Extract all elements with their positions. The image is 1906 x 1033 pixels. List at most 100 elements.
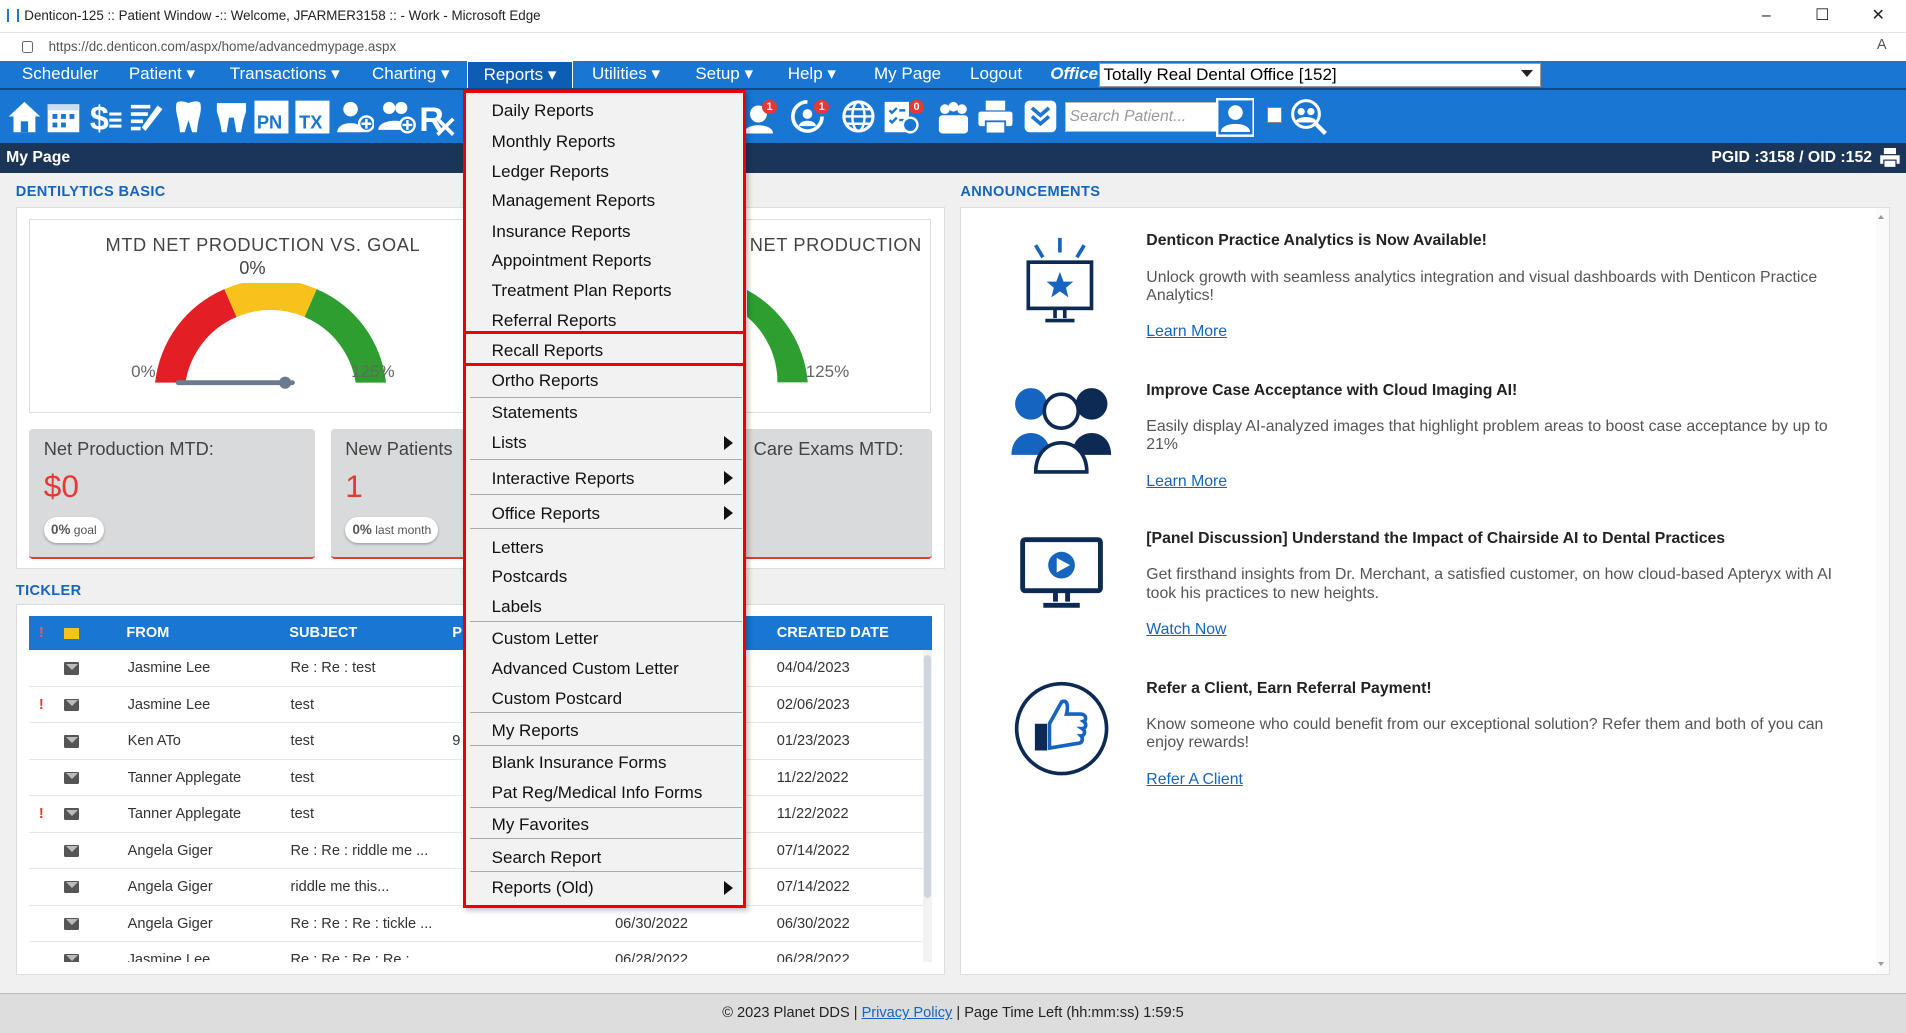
menu-item-custom-letter[interactable]: Custom Letter — [492, 629, 599, 649]
group-search-icon[interactable] — [1289, 97, 1328, 136]
menu-item-treatment-plan-reports[interactable]: Treatment Plan Reports — [492, 281, 672, 301]
row-from: Tanner Applegate — [127, 769, 242, 786]
nav-charting[interactable]: Charting ▾ — [372, 61, 450, 88]
dentures-icon[interactable] — [212, 97, 251, 136]
search-patient-input[interactable]: Search Patient... — [1064, 102, 1217, 133]
privacy-policy-link[interactable]: Privacy Policy — [862, 1005, 953, 1021]
table-row[interactable]: Jasmine Lee Re : Re : Re : Re : 06/28/20… — [29, 942, 922, 962]
refer-client-link[interactable]: Refer A Client — [1146, 771, 1243, 789]
analytics-monitor-icon — [1026, 238, 1094, 323]
menu-item-lists[interactable]: Lists — [492, 433, 527, 453]
announcements-scrollbar[interactable] — [1875, 207, 1890, 974]
menu-item-labels[interactable]: Labels — [492, 597, 542, 617]
calendar-icon[interactable] — [44, 97, 83, 136]
menu-item-referral-reports[interactable]: Referral Reports — [492, 311, 617, 331]
menu-item-advanced-custom-letter[interactable]: Advanced Custom Letter — [492, 659, 679, 679]
menu-item-insurance-reports[interactable]: Insurance Reports — [492, 222, 631, 242]
menu-separator — [469, 838, 743, 840]
menu-item-custom-postcard[interactable]: Custom Postcard — [492, 689, 622, 709]
col-created-date[interactable]: CREATED DATE — [777, 616, 889, 650]
menu-item-search-report[interactable]: Search Report — [492, 848, 602, 868]
menu-item-ledger-reports[interactable]: Ledger Reports — [492, 162, 609, 182]
close-button[interactable]: ✕ — [1850, 0, 1906, 32]
col-subject[interactable]: SUBJECT — [289, 616, 357, 650]
learn-more-link[interactable]: Learn More — [1146, 323, 1227, 341]
menu-item-blank-insurance-forms[interactable]: Blank Insurance Forms — [492, 753, 667, 773]
menu-item-daily-reports[interactable]: Daily Reports — [492, 101, 594, 121]
read-aloud-icon[interactable]: A — [1877, 37, 1887, 53]
announcement-title: [Panel Discussion] Understand the Impact… — [1146, 530, 1726, 547]
menu-item-interactive-reports[interactable]: Interactive Reports — [492, 469, 635, 489]
nav-scheduler[interactable]: Scheduler — [22, 61, 99, 88]
scrollbar-thumb[interactable] — [923, 655, 932, 899]
office-select[interactable]: Totally Real Dental Office [152] — [1098, 63, 1542, 88]
print-page-icon[interactable] — [1879, 148, 1901, 168]
announcement-body: Get firsthand insights from Dr. Merchant… — [1146, 566, 1833, 602]
globe-icon[interactable] — [839, 97, 878, 136]
nav-utilities[interactable]: Utilities ▾ — [592, 61, 660, 88]
page-title: My Page — [6, 149, 71, 167]
svg-text:$: $ — [90, 100, 109, 136]
nav-patient[interactable]: Patient ▾ — [129, 61, 195, 88]
gauge-title: MTD NET PRODUCTION VS. GOAL — [105, 234, 421, 256]
home-icon[interactable] — [5, 97, 44, 136]
menu-item-my-reports[interactable]: My Reports — [492, 721, 579, 741]
perio-chart-icon[interactable]: PN — [252, 97, 291, 136]
table-row[interactable]: Angela Giger Re : Re : Re : tickle ... 0… — [29, 906, 923, 943]
prescription-icon[interactable]: R — [418, 97, 457, 137]
menu-separator — [469, 494, 743, 496]
tooth-icon[interactable] — [169, 97, 208, 136]
menu-item-office-reports[interactable]: Office Reports — [492, 504, 600, 524]
watch-now-link[interactable]: Watch Now — [1146, 621, 1226, 639]
menu-item-appointment-reports[interactable]: Appointment Reports — [492, 251, 652, 271]
nav-reports[interactable]: Reports ▾ — [466, 60, 574, 88]
dollar-icon[interactable]: $ — [85, 97, 124, 136]
group-icon[interactable] — [934, 97, 973, 136]
mail-col-icon[interactable] — [64, 628, 79, 640]
row-created: 11/22/2022 — [776, 769, 849, 786]
nav-help[interactable]: Help ▾ — [788, 61, 836, 88]
row-extra: 06/30/2022 — [615, 915, 689, 932]
patient-search-icon[interactable] — [1215, 98, 1255, 138]
menu-item-letters[interactable]: Letters — [492, 538, 544, 558]
nav-transactions[interactable]: Transactions ▾ — [230, 61, 340, 88]
col-p[interactable]: P — [452, 616, 462, 650]
treatment-plan-icon[interactable]: TX — [293, 97, 332, 136]
nav-logout[interactable]: Logout — [970, 61, 1022, 88]
menu-item-monthly-reports[interactable]: Monthly Reports — [492, 132, 616, 152]
menu-item-pat-reg-medical-forms[interactable]: Pat Reg/Medical Info Forms — [492, 783, 703, 803]
recall-reports-highlight — [463, 330, 747, 366]
menu-item-postcards[interactable]: Postcards — [492, 567, 568, 587]
page-ids: PGID :3158 / OID :152 — [1711, 149, 1873, 167]
menu-item-ortho-reports[interactable]: Ortho Reports — [492, 371, 599, 391]
envelope-icon — [64, 844, 79, 857]
nav-mypage[interactable]: My Page — [874, 61, 941, 88]
row-from: Jasmine Lee — [127, 952, 211, 962]
menu-item-my-favorites[interactable]: My Favorites — [492, 815, 589, 835]
add-family-icon[interactable] — [377, 97, 416, 136]
row-subject: Re : Re : Re : tickle ... — [290, 915, 433, 932]
printer-icon[interactable] — [976, 97, 1015, 136]
menu-separator — [469, 458, 743, 461]
url-text[interactable]: https://dc.denticon.com/aspx/home/advanc… — [49, 39, 397, 54]
learn-more-link[interactable]: Learn More — [1146, 473, 1227, 491]
nav-setup[interactable]: Setup ▾ — [695, 61, 753, 88]
maximize-button[interactable]: ☐ — [1794, 0, 1850, 32]
menu-item-statements[interactable]: Statements — [492, 403, 578, 423]
menu-item-management-reports[interactable]: Management Reports — [492, 191, 655, 211]
col-from[interactable]: FROM — [126, 616, 169, 650]
menu-separator — [469, 528, 743, 530]
priority-col-icon[interactable]: ! — [39, 616, 44, 650]
tickler-scrollbar[interactable] — [922, 650, 933, 962]
minimize-button[interactable]: – — [1738, 0, 1794, 32]
envelope-icon — [64, 917, 79, 930]
row-created: 04/04/2023 — [776, 660, 850, 677]
search-mode-checkbox[interactable] — [1266, 106, 1283, 123]
menu-item-reports-old[interactable]: Reports (Old) — [492, 878, 594, 898]
video-monitor-icon — [1019, 537, 1103, 608]
inbox-download-icon[interactable] — [1021, 97, 1060, 136]
row-subject: test — [290, 806, 315, 823]
address-bar[interactable]: https://dc.denticon.com/aspx/home/advanc… — [0, 31, 1906, 61]
add-patient-icon[interactable] — [336, 97, 375, 136]
notes-pen-icon[interactable] — [126, 97, 165, 136]
